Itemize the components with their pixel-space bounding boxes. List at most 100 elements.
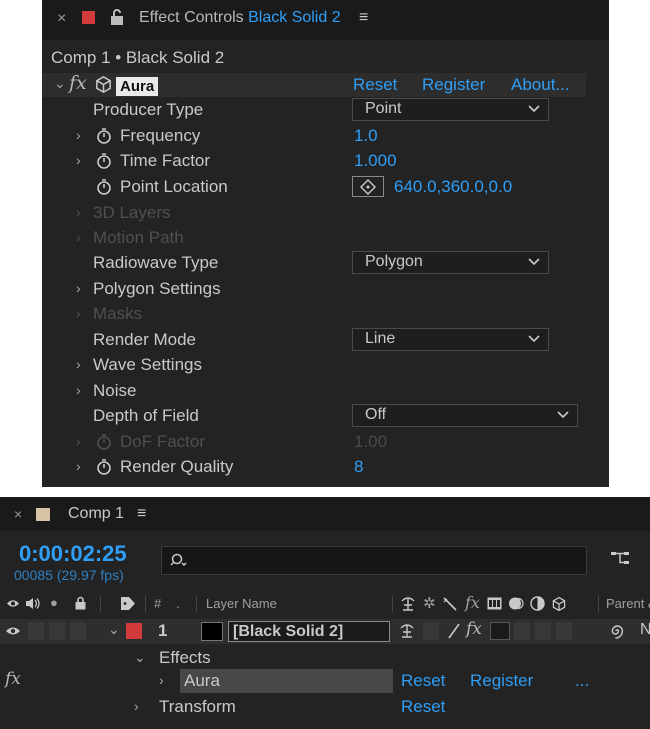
effect-fx-icon[interactable]: fx	[5, 669, 21, 689]
layer-number: 1	[158, 621, 168, 640]
pick-whip-spiral-icon[interactable]	[608, 622, 626, 640]
param-label: Masks	[93, 304, 143, 323]
render-quality-value[interactable]: 8	[354, 457, 363, 477]
close-tab-icon[interactable]: ×	[57, 10, 66, 28]
adjustment-layer-icon[interactable]	[530, 596, 545, 611]
chevron-down-icon	[528, 335, 540, 343]
param-label: 3D Layers	[93, 203, 171, 222]
shy-switch-icon[interactable]	[400, 596, 416, 612]
param-label: Motion Path	[93, 228, 184, 247]
panel-menu-icon[interactable]: ≡	[359, 9, 368, 27]
param-polygon-settings: › Polygon Settings	[42, 277, 609, 302]
search-input[interactable]	[190, 551, 580, 571]
parent-header[interactable]: Parent &	[606, 596, 650, 611]
motion-blur-cell[interactable]	[514, 622, 530, 640]
lock-toggle-cell[interactable]	[70, 622, 86, 640]
adjustment-cell[interactable]	[535, 622, 551, 640]
collapse-switch-cell[interactable]	[423, 622, 439, 640]
close-tab-icon[interactable]: ×	[14, 506, 22, 522]
label-tag-icon[interactable]	[120, 596, 136, 611]
expand-chevron-icon[interactable]: ›	[159, 672, 164, 688]
audio-column-icon[interactable]	[25, 597, 41, 610]
effect-row-aura[interactable]: fx › Aura Reset Register ...	[0, 669, 650, 694]
stopwatch-icon[interactable]	[96, 127, 112, 145]
lock-column-icon[interactable]	[75, 596, 86, 610]
stopwatch-icon[interactable]	[96, 178, 112, 196]
frequency-value[interactable]: 1.0	[354, 126, 378, 146]
solo-toggle-cell[interactable]	[49, 622, 65, 640]
solo-column-icon[interactable]: ●	[50, 595, 58, 610]
reset-link[interactable]: Reset	[401, 671, 445, 691]
effect-name[interactable]: Aura	[184, 671, 220, 691]
expand-chevron-icon[interactable]: ›	[134, 698, 139, 714]
effect-controls-layer-name[interactable]: Black Solid 2	[248, 9, 341, 26]
expand-chevron-icon[interactable]: ›	[76, 152, 81, 168]
effect-name[interactable]: Aura	[116, 77, 159, 96]
eye-visibility-icon[interactable]	[5, 625, 21, 637]
stopwatch-icon[interactable]	[96, 152, 112, 170]
collapse-chevron-icon[interactable]: ⌄	[54, 75, 66, 92]
effect-header-row[interactable]: ⌄ fx Aura Reset Register About...	[42, 72, 586, 97]
stopwatch-icon[interactable]	[96, 458, 112, 476]
layer-label-color[interactable]	[126, 623, 142, 639]
collapse-switch-icon[interactable]: ✲	[423, 594, 436, 612]
producer-type-dropdown[interactable]: Point	[352, 98, 549, 121]
reset-link[interactable]: Reset	[353, 75, 397, 95]
effect-on-icon[interactable]: fx	[466, 619, 482, 639]
effect-switch-icon[interactable]: fx	[465, 593, 480, 612]
register-link[interactable]: Register	[470, 671, 533, 691]
lock-icon[interactable]	[110, 8, 124, 26]
expand-chevron-icon[interactable]: ›	[76, 382, 81, 398]
effect-controls-tab[interactable]: Effect Controls Black Solid 2	[139, 9, 341, 27]
eye-column-icon[interactable]	[6, 598, 20, 609]
about-link[interactable]: About...	[511, 75, 570, 95]
3d-layer-icon[interactable]	[551, 596, 567, 612]
quality-slash-icon[interactable]	[447, 623, 461, 639]
panel-menu-icon[interactable]: ≡	[137, 505, 146, 523]
layer-row[interactable]: ⌄ 1 [Black Solid 2] fx N	[0, 619, 650, 644]
expand-chevron-icon[interactable]: ›	[76, 356, 81, 372]
fx-toggle-icon[interactable]: fx	[69, 72, 87, 94]
register-link[interactable]: Register	[422, 75, 485, 95]
radiowave-type-dropdown[interactable]: Polygon	[352, 251, 549, 274]
expand-chevron-icon[interactable]: ⌄	[134, 649, 146, 666]
frame-blending-icon[interactable]	[487, 597, 502, 610]
layer-column-header: ● # . Layer Name ✲ fx Parent &	[0, 593, 650, 615]
layer-search-box[interactable]	[161, 546, 587, 575]
effect-controls-panel: × Effect Controls Black Solid 2 ≡ Comp 1…	[42, 0, 609, 487]
depth-of-field-dropdown[interactable]: Off	[352, 404, 578, 427]
expand-chevron-icon[interactable]: ›	[76, 127, 81, 143]
effects-group-row[interactable]: ⌄ Effects	[0, 646, 650, 671]
frame-blending-cell[interactable]	[490, 622, 510, 640]
transform-group-row[interactable]: › Transform Reset	[0, 695, 650, 720]
3d-layer-cell[interactable]	[556, 622, 572, 640]
more-link[interactable]: ...	[575, 671, 589, 691]
point-location-value[interactable]: 640.0,360.0,0.0	[394, 177, 512, 197]
column-divider	[100, 596, 101, 612]
render-mode-dropdown[interactable]: Line	[352, 328, 549, 351]
comp-color-swatch	[36, 508, 50, 521]
quality-switch-icon[interactable]	[443, 597, 457, 611]
parent-dropdown[interactable]: N	[640, 621, 650, 639]
expand-chevron-icon[interactable]: ›	[76, 280, 81, 296]
transform-reset-link[interactable]: Reset	[401, 697, 445, 717]
layer-name[interactable]: [Black Solid 2]	[228, 621, 390, 642]
motion-blur-icon[interactable]	[508, 596, 524, 611]
expand-chevron-icon[interactable]: ›	[76, 204, 81, 220]
current-time-display[interactable]: 0:00:02:25	[19, 541, 127, 567]
expand-chevron-icon[interactable]: ›	[76, 229, 81, 245]
timeline-tab[interactable]: Comp 1	[68, 505, 124, 523]
param-label: Wave Settings	[93, 355, 202, 374]
shy-switch-icon[interactable]	[398, 623, 416, 639]
crosshair-target-button[interactable]	[352, 176, 384, 197]
layer-number-header[interactable]: #	[154, 596, 161, 611]
expand-chevron-icon[interactable]: ⌄	[108, 621, 120, 638]
param-motion-path: › Motion Path	[42, 226, 609, 251]
time-factor-value[interactable]: 1.000	[354, 151, 397, 171]
composition-flowchart-icon[interactable]	[610, 549, 634, 569]
layer-name-header[interactable]: Layer Name	[206, 596, 277, 611]
expand-chevron-icon[interactable]: ›	[76, 458, 81, 474]
audio-toggle-cell[interactable]	[28, 622, 44, 640]
stopwatch-icon	[97, 434, 111, 450]
expand-chevron-icon[interactable]: ›	[76, 305, 81, 321]
